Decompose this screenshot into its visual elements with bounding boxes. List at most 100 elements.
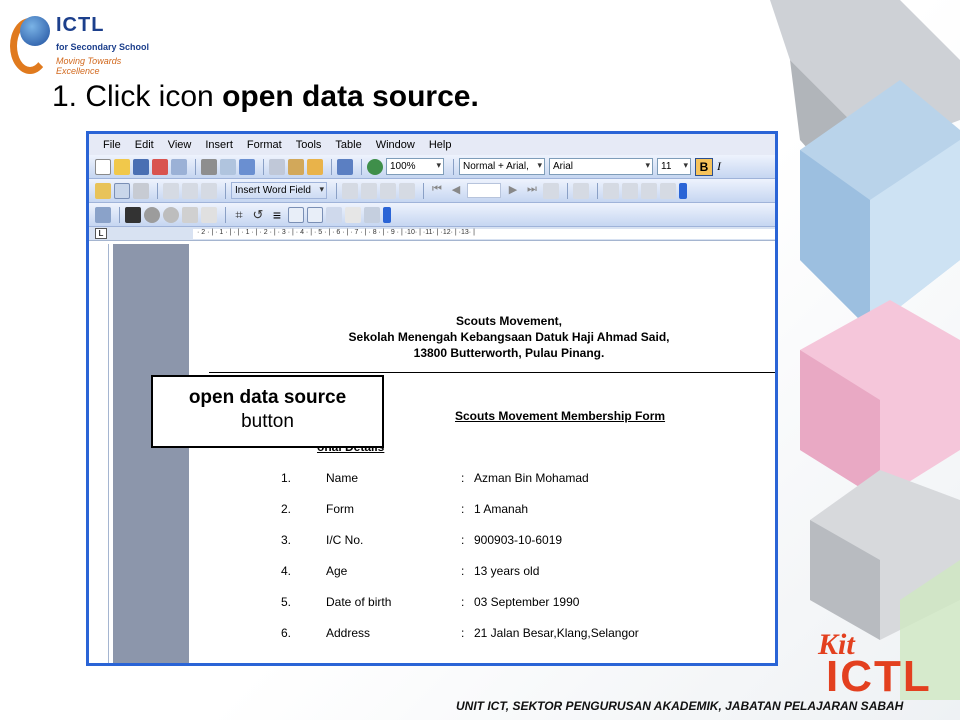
menu-window[interactable]: Window: [376, 139, 415, 151]
menu-table[interactable]: Table: [335, 139, 361, 151]
address-line-3: 13800 Butterworth, Pulau Pinang.: [413, 346, 605, 360]
menu-tools[interactable]: Tools: [296, 139, 322, 151]
toolbar-separator: [225, 182, 226, 199]
bold-button[interactable]: B: [695, 157, 713, 176]
row-colon: :: [461, 626, 465, 640]
merge-to-fax-icon[interactable]: [660, 182, 676, 199]
text-wrapping-icon[interactable]: [307, 206, 323, 223]
new-document-icon[interactable]: [95, 158, 111, 175]
view-merged-data-icon[interactable]: [342, 182, 358, 199]
record-number-input[interactable]: [467, 183, 501, 198]
menu-view[interactable]: View: [168, 139, 192, 151]
open-data-source-callout: open data source button: [151, 375, 384, 448]
crop-icon[interactable]: ⌗: [231, 207, 247, 223]
toolbar-separator: [119, 206, 120, 223]
rotate-icon[interactable]: ↺: [250, 207, 266, 223]
menu-edit[interactable]: Edit: [135, 139, 154, 151]
open-data-source-icon[interactable]: [114, 182, 130, 199]
permission-icon[interactable]: [152, 158, 168, 175]
menu-help[interactable]: Help: [429, 139, 452, 151]
merge-to-new-document-icon[interactable]: [603, 182, 619, 199]
open-folder-icon[interactable]: [114, 158, 130, 175]
page-margin-area: [113, 244, 189, 663]
ictl-brand-logo: ICTL: [826, 652, 932, 701]
italic-button[interactable]: I: [717, 159, 721, 174]
insert-address-block-icon[interactable]: [163, 182, 179, 199]
insert-word-field-dropdown[interactable]: Insert Word Field: [231, 182, 327, 199]
row-number: 5.: [281, 595, 292, 609]
header-divider: [209, 372, 775, 373]
row-number: 3.: [281, 533, 292, 547]
reset-picture-icon[interactable]: [364, 206, 380, 223]
save-icon[interactable]: [133, 158, 149, 175]
row-colon: :: [461, 471, 465, 485]
toolbar-separator: [361, 158, 362, 175]
main-document-setup-icon[interactable]: [95, 182, 111, 199]
last-record-icon[interactable]: ⏭: [524, 183, 540, 199]
undo-icon[interactable]: [337, 158, 353, 175]
previous-record-icon[interactable]: ◀: [448, 183, 464, 199]
email-icon[interactable]: [171, 158, 187, 175]
insert-picture-icon[interactable]: [95, 206, 111, 223]
mail-merge-recipients-icon[interactable]: [133, 182, 149, 199]
merge-to-printer-icon[interactable]: [622, 182, 638, 199]
row-label: Name: [326, 471, 359, 485]
row-value: 13 years old: [474, 564, 540, 578]
check-for-errors-icon[interactable]: [573, 182, 589, 199]
address-line-1: Scouts Movement,: [455, 314, 563, 328]
compress-picture-icon[interactable]: [288, 206, 304, 223]
row-value: 21 Jalan Besar,Klang,Selangor: [474, 626, 639, 640]
toolbar-separator: [263, 158, 264, 175]
font-size-select[interactable]: 11: [657, 158, 691, 175]
menu-insert[interactable]: Insert: [205, 139, 233, 151]
hyperlink-icon[interactable]: [367, 158, 383, 175]
row-number: 1.: [281, 471, 292, 485]
less-contrast-icon[interactable]: [163, 206, 179, 223]
line-style-icon[interactable]: ≡: [269, 207, 285, 223]
address-line-2: Sekolah Menengah Kebangsaan Datuk Haji A…: [348, 330, 670, 344]
tab-selector-icon[interactable]: L: [95, 228, 107, 239]
spelling-icon[interactable]: [239, 158, 255, 175]
more-contrast-icon[interactable]: [144, 206, 160, 223]
paste-icon[interactable]: [288, 158, 304, 175]
style-select[interactable]: Normal + Arial,: [459, 158, 545, 175]
menu-file[interactable]: File: [103, 139, 121, 151]
toolbar-options-icon[interactable]: [679, 182, 687, 199]
color-icon[interactable]: [125, 206, 141, 223]
copy-icon[interactable]: [269, 158, 285, 175]
highlight-merge-fields-icon[interactable]: [361, 182, 377, 199]
row-label: Address: [326, 626, 371, 640]
toolbar-separator: [331, 158, 332, 175]
row-label: Date of birth: [326, 595, 392, 609]
zoom-select[interactable]: 100%: [386, 158, 444, 175]
format-picture-icon[interactable]: [326, 206, 342, 223]
format-painter-icon[interactable]: [307, 158, 323, 175]
less-brightness-icon[interactable]: [201, 206, 217, 223]
ruler-scale: · 2 · | · 1 · | · | · 1 · | · 2 · | · 3 …: [193, 229, 775, 239]
toolbar-separator: [567, 182, 568, 199]
toolbar-options-icon[interactable]: [383, 206, 391, 223]
more-brightness-icon[interactable]: [182, 206, 198, 223]
propagate-labels-icon[interactable]: [399, 182, 415, 199]
match-fields-icon[interactable]: [380, 182, 396, 199]
toolbar-separator: [225, 206, 226, 223]
set-transparent-color-icon[interactable]: [345, 206, 361, 223]
toolbar-separator: [157, 182, 158, 199]
detail-row: 4. Age : 13 years old: [281, 564, 761, 580]
merge-to-email-icon[interactable]: [641, 182, 657, 199]
standard-toolbar: 100% Normal + Arial, Arial 11 B I: [89, 155, 775, 179]
form-title: Scouts Movement Membership Form: [455, 409, 666, 423]
instruction-heading: 1. Click icon open data source.: [52, 80, 479, 114]
first-record-icon[interactable]: ⏮: [429, 183, 445, 199]
print-preview-icon[interactable]: [220, 158, 236, 175]
logo-title: ICTL: [56, 14, 105, 36]
font-select[interactable]: Arial: [549, 158, 653, 175]
row-colon: :: [461, 595, 465, 609]
print-icon[interactable]: [201, 158, 217, 175]
next-record-icon[interactable]: ▶: [505, 183, 521, 199]
insert-merge-fields-icon[interactable]: [201, 182, 217, 199]
menu-format[interactable]: Format: [247, 139, 282, 151]
insert-greeting-line-icon[interactable]: [182, 182, 198, 199]
find-entry-icon[interactable]: [543, 182, 559, 199]
menu-bar: File Edit View Insert Format Tools Table…: [89, 134, 775, 155]
